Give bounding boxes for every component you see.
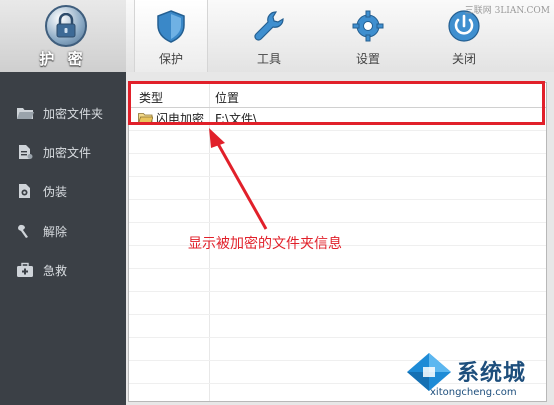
site-watermark: 系统城 xitongcheng.com [403,349,553,405]
watermark-url: xitongcheng.com [430,387,517,398]
annotation-arrow [209,128,268,230]
app-window: 护 密 保护 工具 设置 关闭 三联网 3LIAN.COM 加密文件夹 加密文件… [0,0,554,405]
annotation-text: 显示被加密的文件夹信息 [188,236,342,252]
watermark-title: 系统城 [457,361,527,386]
